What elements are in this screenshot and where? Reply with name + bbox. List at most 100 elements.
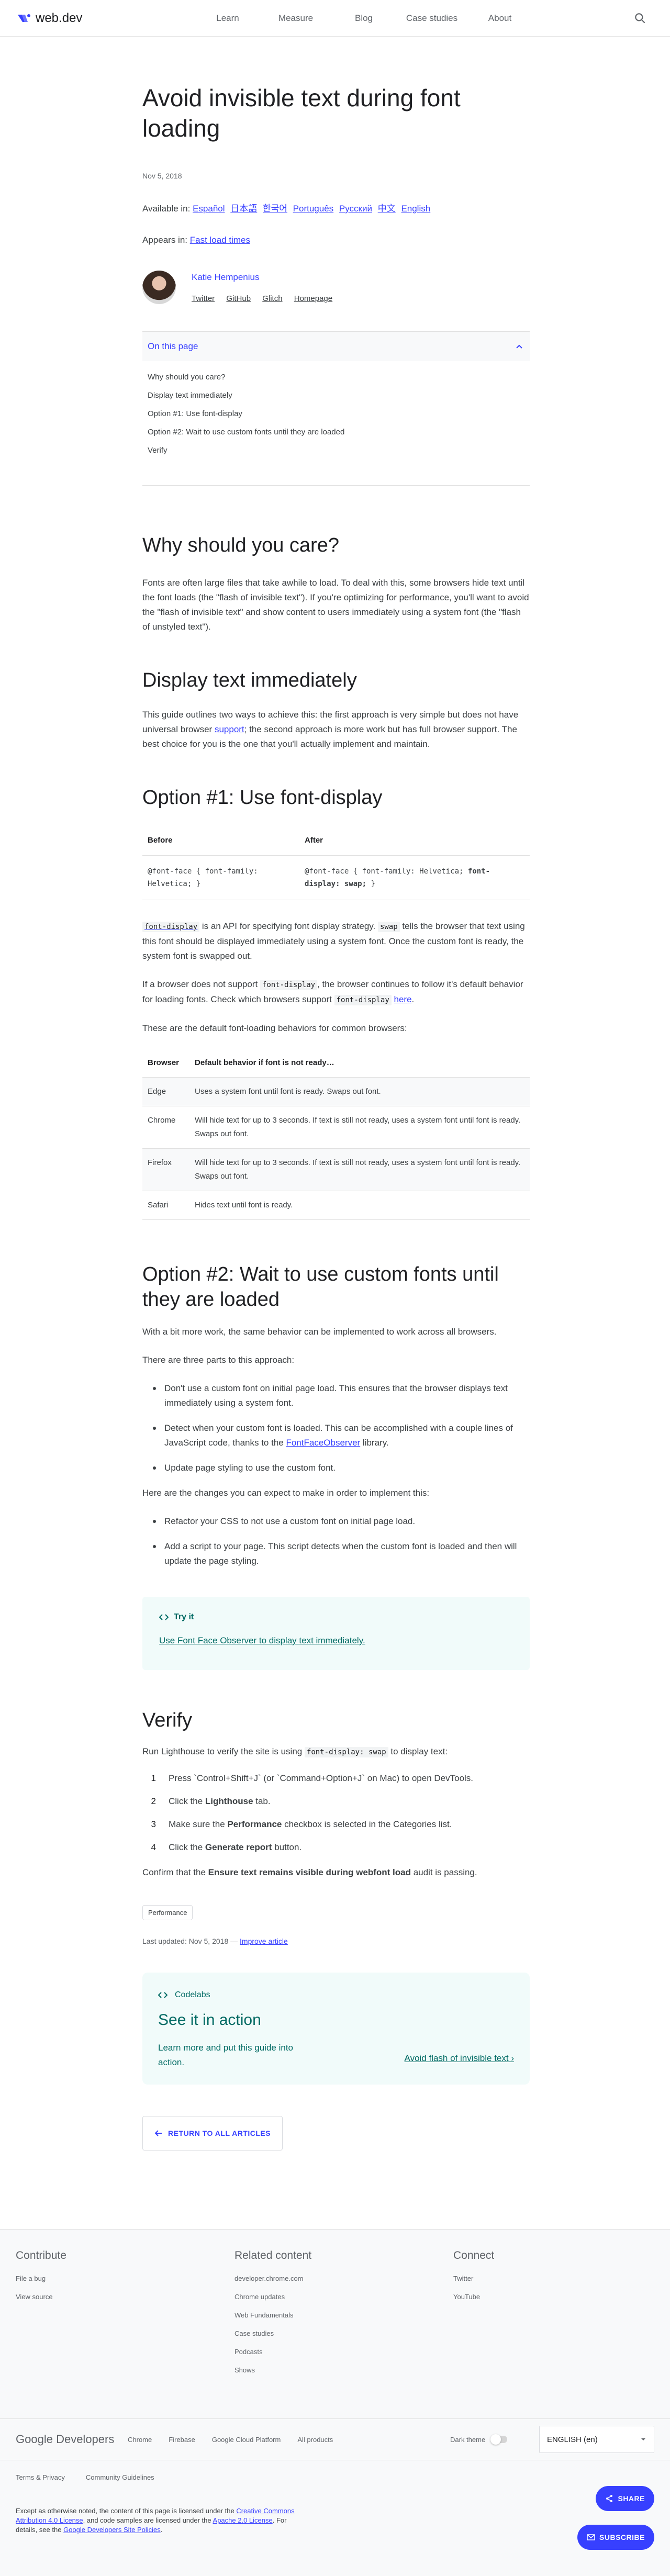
nav-blog[interactable]: Blog — [330, 13, 398, 24]
footer-link[interactable]: Firebase — [169, 2436, 195, 2444]
language-link[interactable]: Español — [193, 204, 225, 214]
footer-link[interactable]: YouTube — [453, 2293, 494, 2301]
language-link[interactable]: Português — [293, 204, 334, 214]
legal-links: Terms & Privacy Community Guidelines — [16, 2473, 154, 2481]
subscribe-button[interactable]: SUBSCRIBE — [577, 2525, 654, 2550]
author-name[interactable]: Katie Hempenius — [192, 272, 259, 282]
logo-text: web.dev — [36, 10, 83, 25]
footer-link[interactable]: Chrome — [128, 2436, 152, 2444]
code-before: @font-face { font-family: Helvetica; } — [142, 855, 299, 900]
toc-item[interactable]: Display text immediately — [148, 391, 524, 400]
footer-link[interactable]: All products — [297, 2436, 333, 2444]
language-link[interactable]: English — [401, 204, 430, 214]
list-item: Refactor your CSS to not use a custom fo… — [153, 1514, 530, 1529]
appears-in: Appears in: Fast load times — [142, 235, 530, 245]
product-links: Chrome Firebase Google Cloud Platform Al… — [128, 2436, 333, 2444]
toc-item[interactable]: Option #2: Wait to use custom fonts unti… — [148, 428, 524, 437]
table-of-contents: On this page Why should you care? Displa… — [142, 331, 530, 486]
code-after: @font-face { font-family: Helvetica; fon… — [299, 855, 530, 900]
license-text: Except as otherwise noted, the content o… — [16, 2507, 295, 2534]
web-dev-logo-icon — [18, 14, 30, 22]
codelab-card: Codelabs See it in action Learn more and… — [142, 1973, 530, 2085]
footer-link[interactable]: developer.chrome.com — [234, 2275, 311, 2282]
chevron-up-icon[interactable] — [514, 341, 524, 352]
footer-connect: Connect Twitter YouTube — [453, 2249, 495, 2301]
nav-learn[interactable]: Learn — [194, 13, 262, 24]
fallback-paragraph: If a browser does not support font-displ… — [142, 979, 523, 1005]
toc-item[interactable]: Verify — [148, 446, 524, 455]
search-icon[interactable] — [633, 12, 647, 25]
footer-link[interactable]: Community Guidelines — [86, 2473, 154, 2481]
footer-link[interactable]: Terms & Privacy — [16, 2473, 65, 2481]
codelab-title: See it in action — [158, 2011, 261, 2029]
author-homepage-link[interactable]: Homepage — [294, 294, 332, 303]
table-row: Firefox Will hide text for up to 3 secon… — [142, 1148, 530, 1191]
appears-label: Appears in: — [142, 235, 187, 245]
publish-date: Nov 5, 2018 — [142, 172, 182, 180]
apache-license-link[interactable]: Apache 2.0 License — [213, 2516, 273, 2524]
fontfaceobserver-link[interactable]: FontFaceObserver — [286, 1438, 360, 1448]
nav-about[interactable]: About — [466, 13, 534, 24]
footer-link[interactable]: Podcasts — [234, 2348, 311, 2356]
dark-theme-toggle[interactable]: Dark theme — [450, 2434, 508, 2445]
author-twitter-link[interactable]: Twitter — [192, 294, 215, 303]
toc-item[interactable]: Why should you care? — [148, 373, 524, 382]
nav-case-studies[interactable]: Case studies — [398, 13, 466, 24]
page-title: Avoid invisible text during font loading — [142, 84, 461, 142]
language-link[interactable]: 日本語 — [230, 204, 257, 214]
site-footer: Contribute File a bug View source Relate… — [0, 2229, 670, 2576]
footer-link[interactable]: Chrome updates — [234, 2293, 311, 2301]
list-item: 2 Click the Lighthouse tab. — [151, 1796, 271, 1806]
footer-link[interactable]: Twitter — [453, 2275, 494, 2282]
improve-article-link[interactable]: Improve article — [240, 1937, 288, 1945]
author-github-link[interactable]: GitHub — [226, 294, 251, 303]
browser-support-link[interactable]: here — [394, 994, 412, 1004]
list-item: Don't use a custom font on initial page … — [153, 1381, 530, 1410]
list-item: 4 Click the Generate report button. — [151, 1842, 302, 1852]
footer-link[interactable]: File a bug — [16, 2275, 66, 2282]
language-link[interactable]: 한국어 — [263, 204, 287, 214]
nav-measure[interactable]: Measure — [262, 13, 330, 24]
return-to-articles-button[interactable]: RETURN TO ALL ARTICLES — [142, 2116, 283, 2151]
table-row: Edge Uses a system font until font is re… — [142, 1077, 530, 1106]
language-link[interactable]: 中文 — [378, 204, 396, 214]
avatar[interactable] — [142, 271, 176, 304]
email-icon — [587, 2534, 595, 2540]
toggle-switch[interactable] — [490, 2434, 508, 2445]
footer-link[interactable]: Case studies — [234, 2329, 311, 2337]
code-icon — [159, 1614, 169, 1620]
heading-why-care: Why should you care? — [142, 534, 339, 556]
site-logo[interactable]: web.dev — [16, 10, 82, 26]
try-it-link[interactable]: Use Font Face Observer to display text i… — [159, 1636, 513, 1646]
article: Avoid invisible text during font loading… — [142, 37, 530, 2151]
collection-link[interactable]: Fast load times — [190, 235, 250, 245]
verify-intro: Run Lighthouse to verify the site is usi… — [142, 1746, 448, 1757]
top-bar: web.dev Learn Measure Blog Case studies … — [0, 0, 670, 37]
site-policies-link[interactable]: Google Developers Site Policies — [63, 2526, 161, 2534]
heading-option-1: Option #1: Use font-display — [142, 787, 383, 809]
codelab-link[interactable]: Avoid flash of invisible text › — [405, 2053, 514, 2064]
author-glitch-link[interactable]: Glitch — [262, 294, 282, 303]
support-link[interactable]: support — [215, 724, 244, 734]
google-developers-logo[interactable]: Google Developers — [16, 2433, 114, 2446]
main-nav: Learn Measure Blog Case studies About — [194, 13, 534, 24]
language-link[interactable]: Русский — [339, 204, 372, 214]
code-comparison-table: Before After @font-face { font-family: H… — [142, 826, 530, 900]
arrow-left-icon — [154, 2130, 162, 2136]
footer-link[interactable]: Web Fundamentals — [234, 2311, 311, 2319]
font-display-link[interactable]: font-display — [142, 921, 200, 932]
try-it-callout: Try it Use Font Face Observer to display… — [142, 1597, 530, 1670]
footer-link[interactable]: Shows — [234, 2366, 311, 2374]
three-parts-intro: There are three parts to this approach: — [142, 1355, 295, 1365]
footer-link[interactable]: Google Cloud Platform — [212, 2436, 281, 2444]
toc-item[interactable]: Option #1: Use font-display — [148, 409, 524, 419]
share-button[interactable]: SHARE — [596, 2486, 654, 2511]
tag-chip[interactable]: Performance — [142, 1905, 193, 1920]
caret-down-icon — [641, 2438, 645, 2440]
toc-header[interactable]: On this page — [142, 332, 530, 361]
heading-option-2: Option #2: Wait to use custom fonts unti… — [142, 1263, 499, 1311]
footer-link[interactable]: View source — [16, 2293, 66, 2301]
language-select[interactable]: ENGLISH (en) — [539, 2426, 654, 2453]
code-icon — [158, 1992, 168, 1998]
verify-confirm: Confirm that the Ensure text remains vis… — [142, 1867, 477, 1877]
